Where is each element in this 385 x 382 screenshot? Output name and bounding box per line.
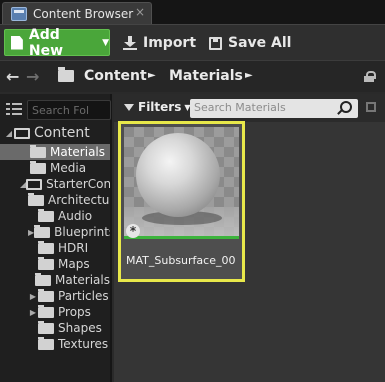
folder-icon: [38, 304, 54, 318]
tab-strip: Content Browser ×: [0, 0, 385, 24]
folder-label: Content: [34, 125, 90, 141]
folder-label: Audio: [58, 209, 93, 223]
folder-label: Materials: [54, 273, 110, 287]
import-icon: [123, 36, 137, 50]
folder-icon: [38, 336, 54, 350]
close-icon[interactable]: ×: [135, 5, 145, 19]
asset-type-color-bar: [124, 236, 239, 239]
breadcrumb-separator-icon[interactable]: ►: [245, 70, 253, 81]
save-all-button[interactable]: Save All: [209, 33, 291, 53]
folder-icon: [34, 272, 51, 286]
save-all-label: Save All: [228, 35, 292, 51]
asset-tile[interactable]: * MAT_Subsurface_00: [118, 121, 245, 282]
back-arrow-icon[interactable]: ←: [6, 67, 19, 86]
folder-panel: Search Fol ◢ Content Materials Media ◢ Starte…: [0, 94, 112, 382]
tab-title: Content Browser: [33, 6, 134, 21]
folder-tree-item[interactable]: Textures: [0, 336, 110, 352]
expand-arrow-icon[interactable]: ◢: [4, 129, 14, 138]
folder-label: Blueprints: [54, 225, 110, 239]
filters-label: Filters: [138, 100, 182, 114]
folder-icon: [38, 288, 54, 302]
folder-tree-item[interactable]: Shapes: [0, 320, 110, 336]
folder-tree-item[interactable]: ▶ Blueprints: [0, 224, 110, 240]
folder-label: Architecture: [48, 193, 110, 207]
folder-icon: [38, 320, 54, 334]
asset-panel: Filters ▼ Search Materials * MAT_Subsurf…: [114, 94, 385, 382]
search-assets-input[interactable]: Search Materials: [190, 99, 358, 118]
filters-button[interactable]: Filters ▼: [124, 100, 191, 114]
folder-tree-item[interactable]: ▶ Props: [0, 304, 110, 320]
folder-tree-item[interactable]: Maps: [0, 256, 110, 272]
path-bar: ← → Content ► Materials ►: [0, 60, 385, 92]
folder-icon: [34, 224, 51, 238]
expand-arrow-icon[interactable]: ▶: [28, 292, 38, 301]
folder-label: Maps: [58, 257, 90, 271]
add-new-button[interactable]: Add New ▼: [4, 26, 110, 59]
folder-icon: [38, 240, 54, 254]
breadcrumb-content[interactable]: Content: [84, 68, 147, 84]
breadcrumb-separator-icon[interactable]: ►: [148, 70, 156, 81]
folder-tree-item[interactable]: Media: [0, 160, 110, 176]
content-browser-icon: [11, 6, 27, 21]
folder-label: HDRI: [58, 241, 89, 255]
search-assets-placeholder: Search Materials: [194, 101, 286, 114]
search-icon[interactable]: [340, 101, 352, 113]
folder-icon: [38, 208, 54, 222]
forward-arrow-icon[interactable]: →: [26, 67, 39, 86]
folder-tree-item[interactable]: Audio: [0, 208, 110, 224]
asset-name: MAT_Subsurface_00: [126, 254, 236, 267]
folder-label: Materials: [50, 145, 106, 159]
folder-tree-item[interactable]: ◢ Content: [0, 124, 110, 142]
folder-tree-item[interactable]: ▶ Particles: [0, 288, 110, 304]
folder-label: Textures: [58, 337, 109, 351]
folder-tree-item[interactable]: Materials: [0, 272, 110, 288]
folder-open-icon: [14, 127, 30, 139]
save-icon: [209, 36, 222, 50]
folder-icon: [28, 192, 44, 206]
folder-icon: [58, 67, 74, 82]
folder-icon: [30, 160, 46, 174]
filter-bar: Filters ▼ Search Materials: [114, 94, 385, 122]
search-folders-input[interactable]: Search Fol: [27, 100, 111, 120]
asset-thumbnail: [124, 127, 239, 237]
lock-icon[interactable]: [364, 71, 376, 82]
new-file-icon: [11, 35, 23, 50]
folder-icon: [38, 256, 54, 270]
material-sphere-preview: [136, 133, 220, 217]
save-search-icon[interactable]: [366, 102, 376, 112]
breadcrumb-materials[interactable]: Materials: [169, 68, 243, 84]
folder-tree-item[interactable]: HDRI: [0, 240, 110, 256]
folder-icon: [30, 144, 46, 158]
caret-down-icon: ▼: [102, 37, 109, 48]
folder-label: Shapes: [58, 321, 102, 335]
add-new-label: Add New: [28, 26, 64, 59]
folder-tree-item[interactable]: ◢ StarterCont: [0, 176, 110, 192]
expand-arrow-icon[interactable]: ▶: [28, 308, 38, 317]
folder-open-icon: [26, 178, 43, 190]
import-button[interactable]: Import: [123, 33, 196, 53]
folder-label: Particles: [58, 289, 109, 303]
material-badge-icon: *: [126, 224, 140, 238]
folder-tree-item[interactable]: Architecture: [0, 192, 110, 208]
tab-content-browser[interactable]: Content Browser ×: [2, 2, 152, 24]
sources-toggle-icon[interactable]: [6, 102, 22, 116]
import-label: Import: [143, 35, 197, 51]
filter-icon: [124, 103, 134, 111]
folder-label: Media: [50, 161, 87, 175]
folder-label: StarterCont: [46, 177, 110, 191]
toolbar: Add New ▼ Import Save All: [0, 24, 385, 60]
folder-label: Props: [58, 305, 91, 319]
folder-tree-item[interactable]: Materials: [0, 144, 110, 160]
